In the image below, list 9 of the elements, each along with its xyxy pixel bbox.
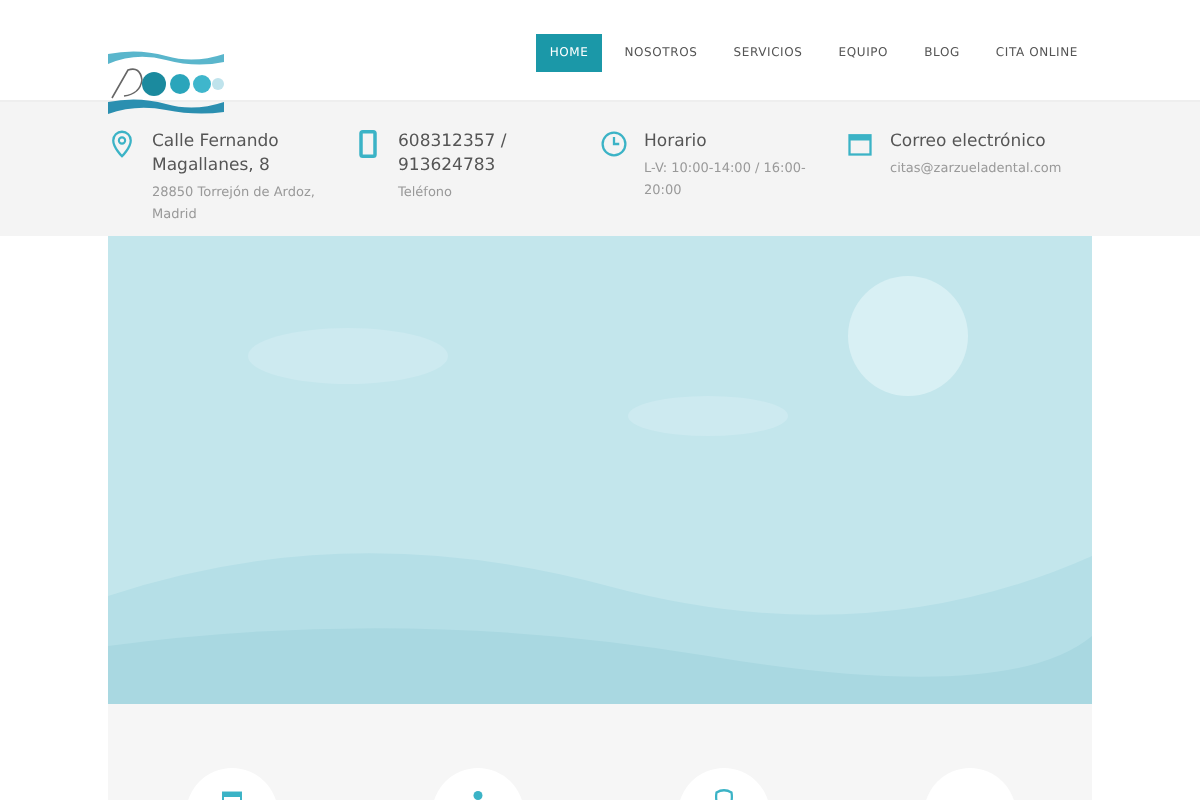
- clock-icon: [600, 130, 628, 158]
- info-title: 608312357 / 913624783: [398, 130, 509, 178]
- phone-icon: [354, 130, 382, 158]
- info-title: Horario: [644, 130, 709, 154]
- calendar-icon: [846, 130, 874, 158]
- info-title: Correo electrónico: [890, 130, 1048, 154]
- location-pin-icon: [108, 130, 136, 158]
- info-title: Calle Fernando Magallanes, 8: [152, 130, 281, 178]
- logo-drawing[interactable]: [108, 50, 224, 114]
